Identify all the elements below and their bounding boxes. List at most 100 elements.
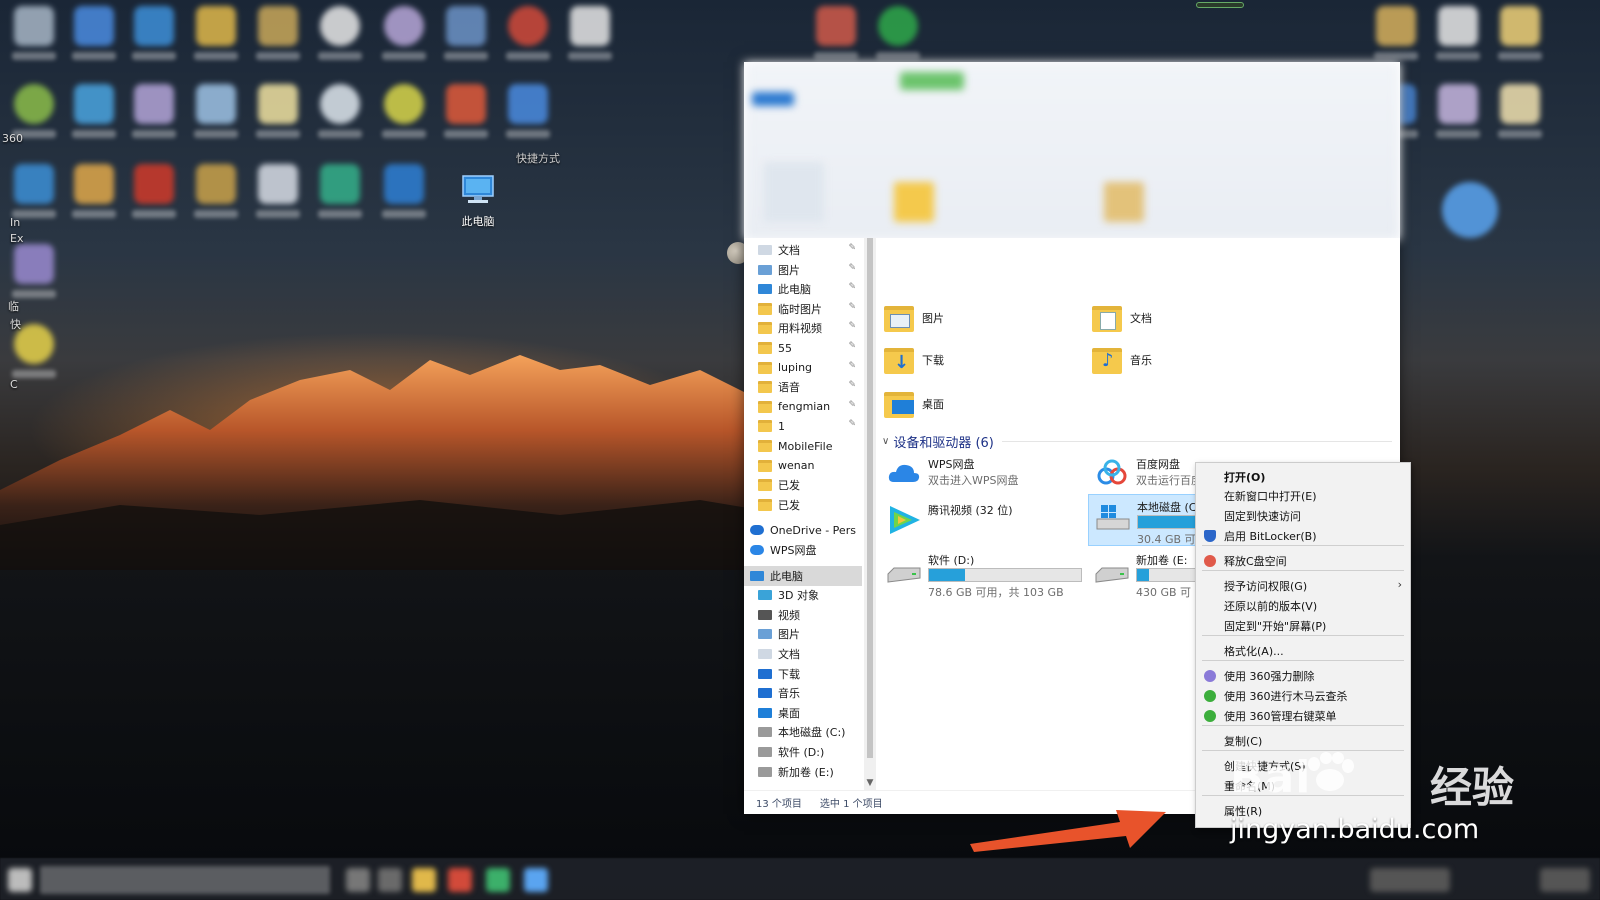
desktop-icon[interactable] (1428, 80, 1488, 150)
taskbar-search[interactable] (40, 866, 330, 894)
start-button[interactable] (8, 868, 32, 892)
desktop-icon[interactable] (124, 80, 184, 150)
nav-scrollbar[interactable]: ▼ (864, 238, 876, 790)
nav-item[interactable]: 已发 (744, 495, 862, 515)
desktop-icon[interactable] (248, 160, 308, 230)
desktop-icon[interactable] (124, 160, 184, 230)
ribbon-tab[interactable] (900, 72, 964, 90)
taskbar-app[interactable] (378, 868, 402, 892)
desktop-icon[interactable] (374, 80, 434, 150)
desktop-icon[interactable] (310, 2, 370, 72)
context-menu-item[interactable]: 还原以前的版本(V) (1196, 596, 1410, 616)
desktop-icon-this-pc[interactable]: 此电脑 (450, 174, 506, 229)
system-tray[interactable] (1370, 868, 1450, 892)
desktop-icon[interactable] (4, 2, 64, 72)
item-count: 13 个项目 (756, 799, 802, 810)
nav-item[interactable]: OneDrive - Pers (744, 520, 862, 540)
nav-item[interactable]: 1 ✎ (744, 416, 862, 436)
nav-item[interactable]: 图片 (744, 624, 862, 644)
desktop-icon[interactable] (310, 160, 370, 230)
desktop-icon[interactable] (498, 2, 558, 72)
nav-item[interactable]: fengmian ✎ (744, 397, 862, 417)
nav-item[interactable]: 软件 (D:) (744, 742, 862, 762)
nav-item[interactable]: 新加卷 (E:) (744, 762, 862, 782)
nav-item[interactable]: 文档 ✎ (744, 240, 862, 260)
folder-tile-pictures[interactable]: 图片 (884, 298, 1084, 338)
folder-blur (1104, 182, 1144, 222)
desktop-icon[interactable] (374, 2, 434, 72)
desktop-icon[interactable] (124, 2, 184, 72)
chevron-down-icon[interactable]: ▼ (864, 776, 876, 790)
desktop-icon[interactable] (186, 2, 246, 72)
desktop-icon[interactable] (248, 80, 308, 150)
desktop-icon[interactable] (498, 80, 558, 150)
folder-tile-documents[interactable]: 文档 (1092, 298, 1292, 338)
nav-item[interactable]: 此电脑 (744, 565, 862, 586)
context-menu-item[interactable]: 释放C盘空间 (1196, 551, 1410, 571)
context-menu-item[interactable]: 使用 360管理右键菜单 (1196, 706, 1410, 726)
desktop-icon[interactable] (374, 160, 434, 230)
devices-section-header[interactable]: ∨ 设备和驱动器 (6) (882, 430, 1392, 452)
drive-tile-d[interactable]: 软件 (D:) 78.6 GB 可用，共 103 GB (880, 548, 1084, 599)
desktop-icon[interactable] (1490, 80, 1550, 150)
pin-icon: ✎ (848, 341, 856, 351)
desktop-icon[interactable] (248, 2, 308, 72)
nav-item[interactable]: WPS网盘 (744, 540, 862, 560)
folder-tile-desktop[interactable]: 桌面 (884, 384, 1084, 424)
drive-subtitle: 双击进入WPS网盘 (928, 474, 1019, 487)
nav-item[interactable]: 用料视频 ✎ (744, 318, 862, 338)
context-menu-item[interactable]: 启用 BitLocker(B) (1196, 526, 1410, 546)
taskbar-app[interactable] (486, 868, 510, 892)
nav-item[interactable]: 下载 (744, 664, 862, 684)
context-menu-item[interactable]: 使用 360强力删除 (1196, 666, 1410, 686)
nav-item[interactable]: 音乐 (744, 683, 862, 703)
desktop-icon[interactable] (560, 2, 620, 72)
nav-item[interactable]: 3D 对象 (744, 585, 862, 605)
taskbar-app[interactable] (412, 868, 436, 892)
nav-item[interactable]: wenan (744, 456, 862, 476)
nav-item[interactable]: 55 ✎ (744, 338, 862, 358)
context-menu-item[interactable]: 使用 360进行木马云查杀 (1196, 686, 1410, 706)
folder-tile-downloads[interactable]: ↓ 下载 (884, 340, 1084, 380)
desktop-icon[interactable] (1428, 2, 1488, 72)
desktop-icon[interactable] (64, 2, 124, 72)
desktop-icon[interactable] (186, 160, 246, 230)
context-menu-item[interactable]: 格式化(A)... (1196, 641, 1410, 661)
nav-item[interactable]: MobileFile (744, 436, 862, 456)
taskbar-app[interactable] (524, 868, 548, 892)
desktop-icon[interactable] (436, 2, 496, 72)
desktop-icon[interactable] (310, 80, 370, 150)
folder-tile-music[interactable]: ♪ 音乐 (1092, 340, 1292, 380)
nav-item[interactable]: 图片 ✎ (744, 260, 862, 280)
file-tab[interactable] (752, 92, 794, 106)
clock[interactable] (1540, 868, 1590, 892)
context-menu-item[interactable]: 打开(O) (1196, 467, 1410, 487)
context-menu-item[interactable]: 授予访问权限(G) › (1196, 576, 1410, 596)
nav-item[interactable]: 本地磁盘 (C:) (744, 722, 862, 742)
nav-item[interactable]: 文档 (744, 644, 862, 664)
nav-item[interactable]: 桌面 (744, 703, 862, 723)
desktop-icon[interactable] (1490, 2, 1550, 72)
desktop-icon[interactable] (64, 160, 124, 230)
nav-item[interactable]: 语音 ✎ (744, 377, 862, 397)
context-menu-item[interactable]: 复制(C) (1196, 731, 1410, 751)
navigation-pane[interactable]: 文档 ✎ 图片 ✎ 此电脑 ✎ 临时图片 ✎ 用料视频 ✎ 55 ✎ luping ✎ 语音 ✎ fengmia… (744, 238, 864, 790)
context-menu-label: 还原以前的版本(V) (1224, 600, 1318, 613)
desktop-icon[interactable] (1440, 178, 1500, 248)
desktop-icon[interactable] (64, 80, 124, 150)
drive-tile-tencent-video[interactable]: 腾讯视频 (32 位) (880, 498, 1084, 544)
context-menu-item[interactable]: 在新窗口中打开(E) (1196, 486, 1410, 506)
desktop-icon[interactable] (436, 80, 496, 150)
desktop-icon[interactable] (186, 80, 246, 150)
nav-item[interactable]: 此电脑 ✎ (744, 279, 862, 299)
drive-tile-wps[interactable]: WPS网盘 双击进入WPS网盘 (880, 452, 1084, 498)
nav-item[interactable]: 临时图片 ✎ (744, 299, 862, 319)
context-menu-item[interactable]: 固定到快速访问 (1196, 506, 1410, 526)
taskbar-app[interactable] (448, 868, 472, 892)
task-view-button[interactable] (346, 868, 370, 892)
context-menu-item[interactable]: 固定到"开始"屏幕(P) (1196, 616, 1410, 636)
nav-item[interactable]: 视频 (744, 605, 862, 625)
nav-scrollbar-thumb[interactable] (867, 238, 873, 758)
nav-item[interactable]: 已发 (744, 475, 862, 495)
nav-item[interactable]: luping ✎ (744, 358, 862, 378)
